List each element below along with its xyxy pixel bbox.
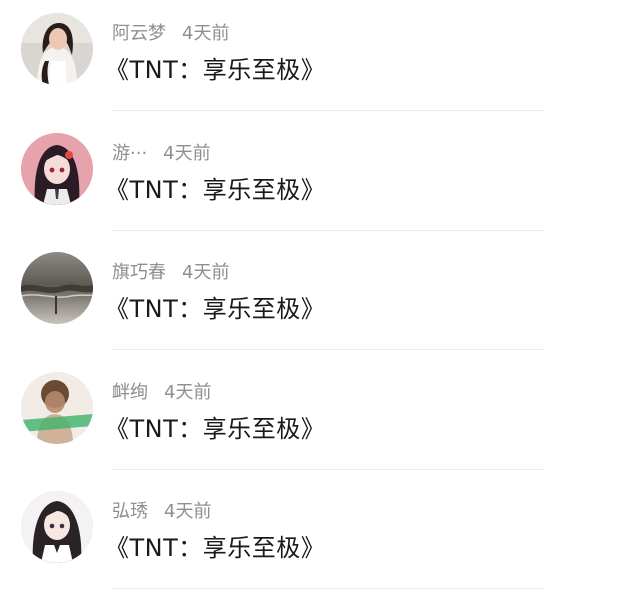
avatar[interactable]	[21, 491, 93, 563]
timestamp: 4天前	[182, 23, 230, 44]
timestamp: 4天前	[163, 143, 211, 164]
comment-list: 阿云梦 4天前 《TNT：享乐至极》 游··· 4天前 《TNT：享乐至极》 旗…	[0, 0, 640, 597]
item-meta: 旗巧春 4天前	[112, 261, 229, 285]
item-meta: 游··· 4天前	[112, 142, 211, 166]
timestamp: 4天前	[182, 262, 230, 283]
woman-photo-avatar-icon	[21, 13, 93, 85]
username[interactable]: 衅绚	[112, 382, 148, 403]
divider	[112, 349, 544, 350]
item-meta: 衅绚 4天前	[112, 381, 211, 405]
item-title[interactable]: 《TNT：享乐至极》	[105, 533, 325, 563]
username[interactable]: 阿云梦	[112, 23, 166, 44]
list-item[interactable]: 弘琇 4天前 《TNT：享乐至极》	[0, 478, 640, 597]
list-item[interactable]: 旗巧春 4天前 《TNT：享乐至极》	[0, 239, 640, 358]
item-meta: 弘琇 4天前	[112, 500, 211, 524]
list-item[interactable]: 阿云梦 4天前 《TNT：享乐至极》	[0, 0, 640, 119]
avatar[interactable]	[21, 133, 93, 205]
avatar[interactable]	[21, 252, 93, 324]
item-meta: 阿云梦 4天前	[112, 22, 229, 46]
water-scene-avatar-icon	[21, 252, 93, 324]
sepia-person-avatar-icon	[21, 372, 93, 444]
divider	[112, 110, 544, 111]
item-title[interactable]: 《TNT：享乐至极》	[105, 175, 325, 205]
anime-character-avatar-icon	[21, 491, 93, 563]
item-title[interactable]: 《TNT：享乐至极》	[105, 55, 325, 85]
divider	[112, 230, 544, 231]
avatar[interactable]	[21, 13, 93, 85]
divider	[112, 469, 544, 470]
timestamp: 4天前	[164, 501, 212, 522]
username[interactable]: 游···	[112, 143, 147, 164]
item-title[interactable]: 《TNT：享乐至极》	[105, 414, 325, 444]
divider	[112, 588, 544, 589]
username[interactable]: 弘琇	[112, 501, 148, 522]
list-item[interactable]: 游··· 4天前 《TNT：享乐至极》	[0, 120, 640, 239]
timestamp: 4天前	[164, 382, 212, 403]
item-title[interactable]: 《TNT：享乐至极》	[105, 294, 325, 324]
list-item[interactable]: 衅绚 4天前 《TNT：享乐至极》	[0, 359, 640, 478]
avatar[interactable]	[21, 372, 93, 444]
anime-girl-avatar-icon	[21, 133, 93, 205]
username[interactable]: 旗巧春	[112, 262, 166, 283]
